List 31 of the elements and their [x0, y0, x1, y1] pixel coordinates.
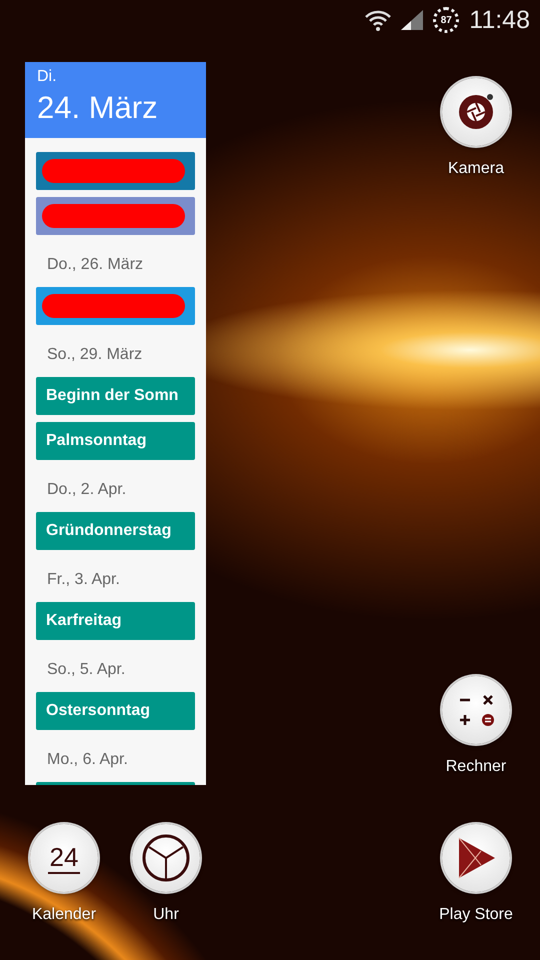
clock-icon	[141, 833, 191, 883]
clock-time: 11:48	[469, 6, 530, 34]
date-heading: So., 29. März	[46, 344, 144, 364]
calendar-widget[interactable]: Di. 24. März Do., 26. März So., 29. März Beginn der Somn Palmsonntag Do., 2. Apr. Gründonnerstag Fr., 3. Apr. Karfreitag So., 5. Apr. Ostersonntag Mo., 6. Apr.	[25, 62, 206, 785]
weekday-text: Di.	[37, 68, 58, 86]
camera-shutter-icon	[456, 92, 496, 132]
calendar-date-text: 24	[48, 842, 80, 874]
app-icon[interactable]	[442, 824, 510, 892]
app-label[interactable]: Kamera	[448, 160, 504, 178]
event-bar[interactable]: Palmsonntag	[36, 422, 195, 460]
app-label[interactable]: Uhr	[153, 906, 179, 924]
date-heading: Do., 2. Apr.	[46, 480, 128, 500]
battery-indicator: 87	[433, 7, 460, 33]
event-bar[interactable]: Karfreitag	[36, 602, 195, 640]
date-heading: Do., 26. März	[46, 254, 144, 274]
app-icon[interactable]	[442, 78, 510, 146]
event-bar[interactable]: Beginn der Somn	[36, 377, 195, 415]
event-bar[interactable]: Ostersonntag	[36, 692, 195, 730]
signal-icon	[401, 10, 424, 30]
app-label[interactable]: Play Store	[439, 906, 513, 924]
date-heading: Mo., 6. Apr.	[46, 750, 129, 770]
wifi-icon	[365, 9, 392, 31]
date-title: 24. März	[37, 90, 159, 126]
app-icon[interactable]: 24	[30, 824, 98, 892]
app-icon[interactable]	[132, 824, 200, 892]
app-label[interactable]: Kalender	[32, 906, 96, 924]
date-heading: So., 5. Apr.	[46, 660, 126, 680]
date-heading: Fr., 3. Apr.	[46, 570, 121, 590]
app-icon[interactable]	[442, 676, 510, 744]
app-label[interactable]: Rechner	[446, 758, 506, 776]
event-bar[interactable]: Gründonnerstag	[36, 512, 195, 550]
